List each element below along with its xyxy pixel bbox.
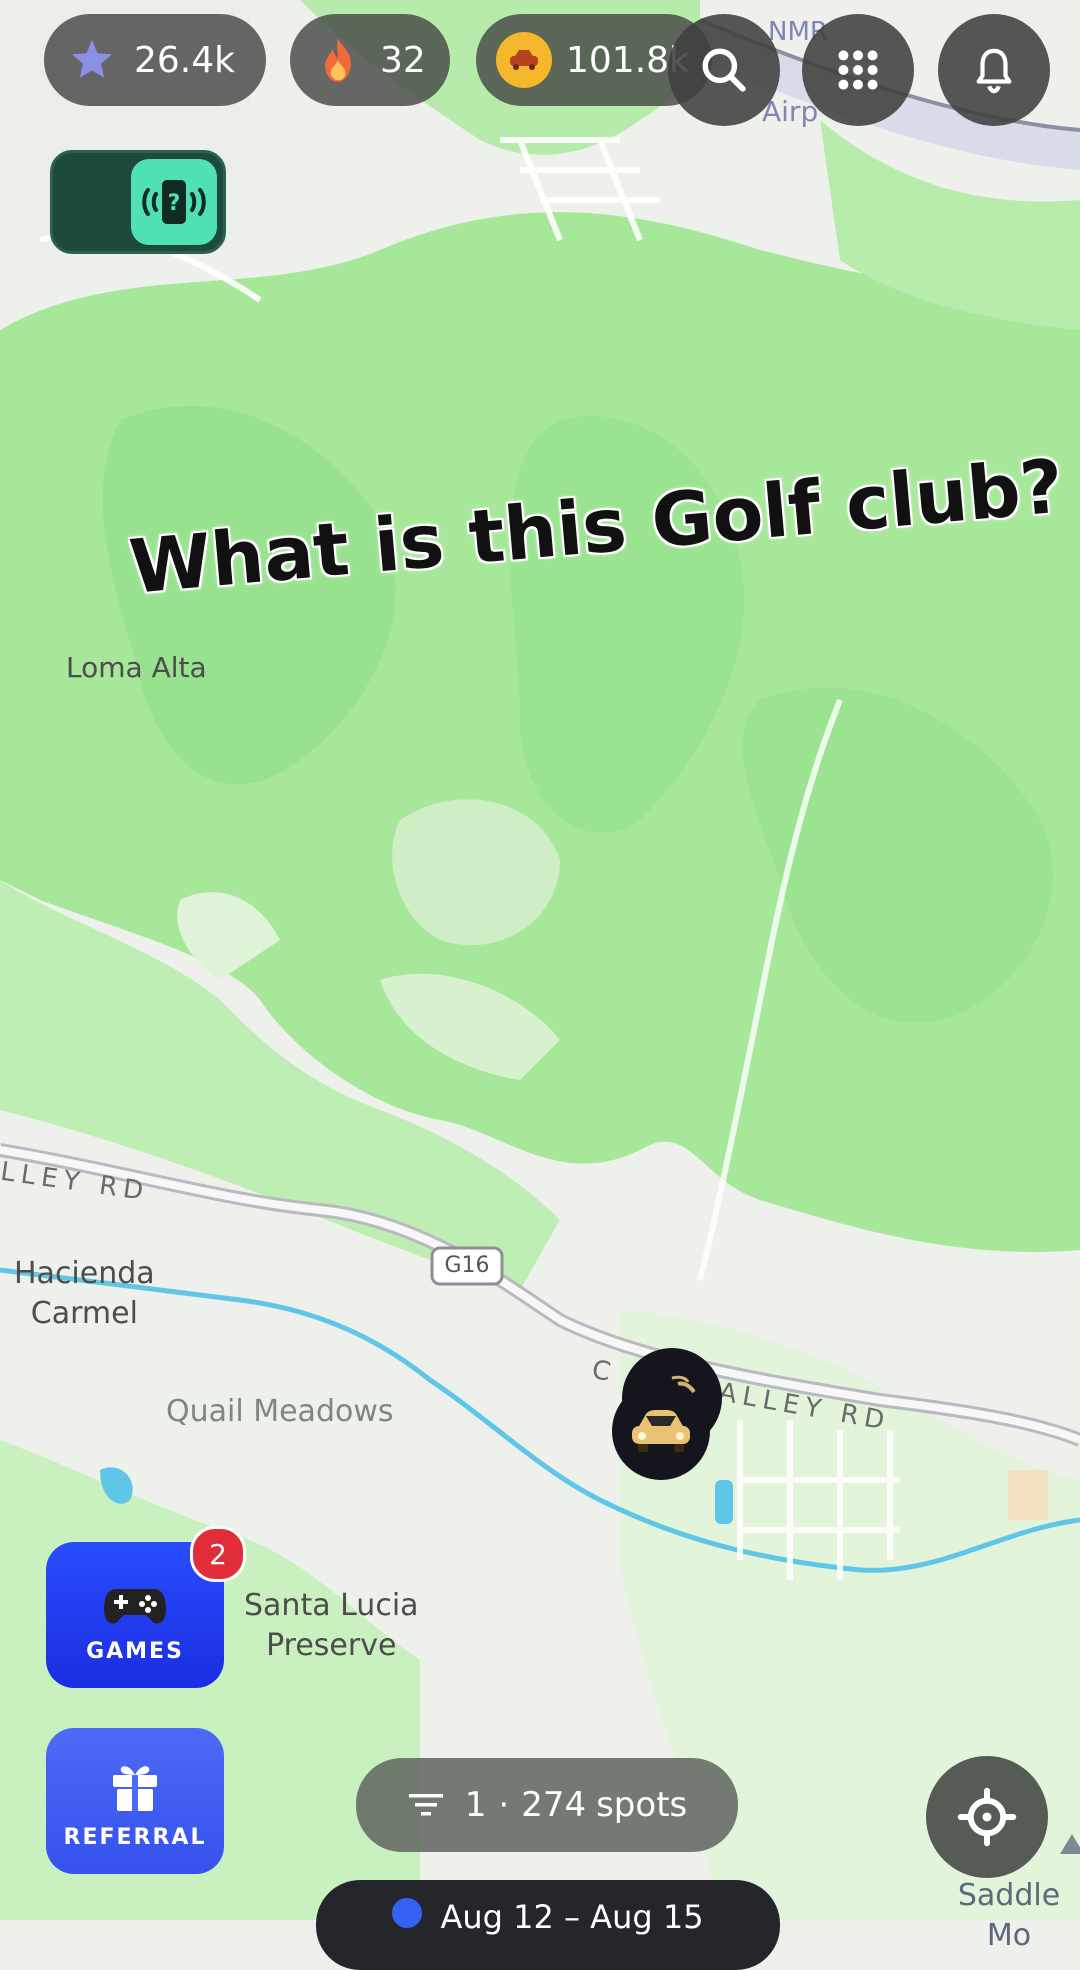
spots-count: 1 (464, 1785, 487, 1825)
locate-me-button[interactable] (926, 1756, 1048, 1878)
games-badge: 2 (190, 1526, 246, 1582)
spots-filter-pill[interactable]: 1 · 274 spots (356, 1758, 738, 1852)
date-range-pill[interactable]: Aug 12 – Aug 15 (316, 1880, 780, 1970)
referral-label: REFERRAL (63, 1825, 207, 1850)
filter-icon (408, 1794, 443, 1816)
apps-grid-button[interactable] (802, 14, 914, 126)
spots-unit: spots (596, 1785, 688, 1825)
notifications-button[interactable] (938, 14, 1050, 126)
gift-icon (113, 1766, 157, 1811)
map-label-quail-meadows: Quail Meadows (166, 1394, 394, 1429)
streak-value: 32 (380, 39, 426, 81)
stars-pill[interactable]: 26.4k (44, 14, 266, 106)
stars-value: 26.4k (134, 39, 236, 81)
referral-button[interactable]: REFERRAL (46, 1728, 224, 1874)
locate-icon (957, 1787, 1017, 1847)
search-button[interactable] (668, 14, 780, 126)
coin-icon (496, 32, 552, 88)
spots-separator: · (498, 1785, 510, 1825)
map-label-hacienda-carmel: Hacienda Carmel (14, 1256, 155, 1331)
date-range-label: Aug 12 – Aug 15 (440, 1898, 704, 1936)
fire-icon (310, 32, 366, 88)
svg-text:?: ? (168, 191, 181, 216)
spots-total: 274 (521, 1785, 587, 1825)
car-marker[interactable] (612, 1382, 710, 1480)
map-label-santa-lucia: Santa Lucia Preserve (244, 1588, 419, 1663)
streak-pill[interactable]: 32 (290, 14, 450, 106)
car-marker-icon (632, 1410, 690, 1452)
mystery-toggle[interactable]: ? (50, 150, 226, 254)
nfc-question-icon: ? (131, 159, 217, 245)
map-label-saddle: Saddle Mo (957, 1878, 1061, 1953)
games-label: GAMES (86, 1639, 184, 1664)
grid-icon (838, 50, 878, 90)
search-icon (702, 48, 746, 92)
star-icon (64, 32, 120, 88)
map-label-loma-alta: Loma Alta (66, 651, 207, 684)
bell-icon (976, 48, 1012, 94)
gamepad-icon (104, 1589, 166, 1624)
date-range-dot (392, 1898, 423, 1928)
route-shield-label: G16 (444, 1253, 490, 1278)
